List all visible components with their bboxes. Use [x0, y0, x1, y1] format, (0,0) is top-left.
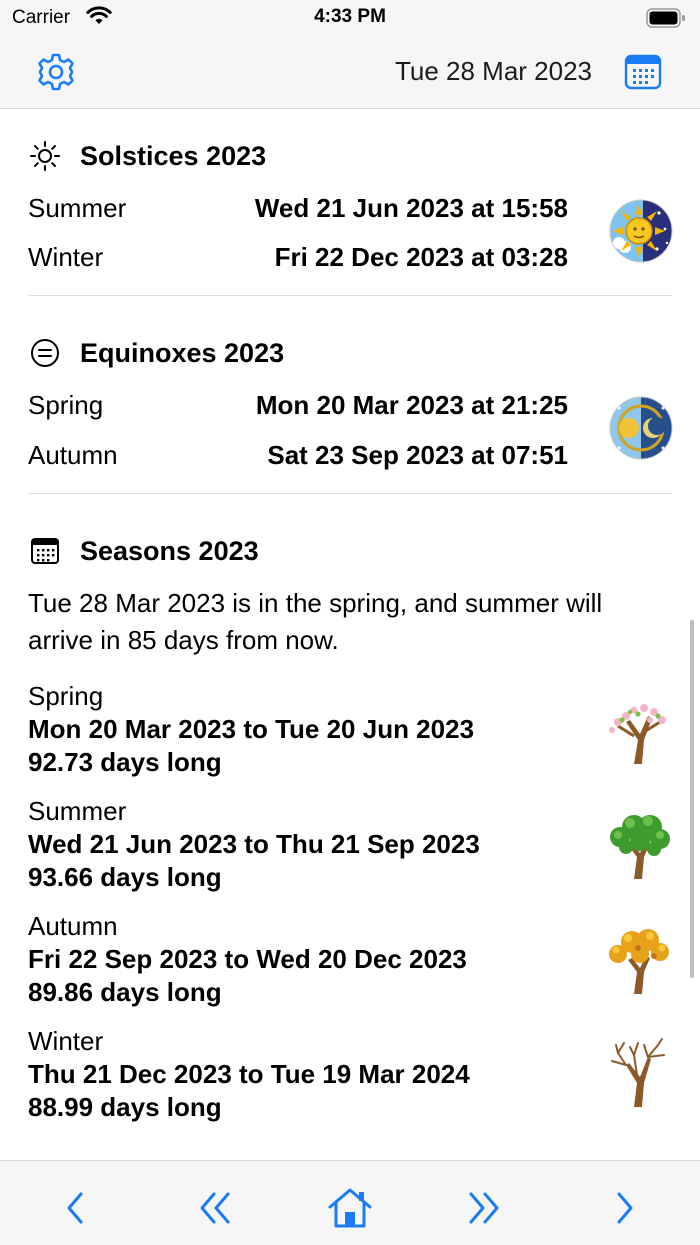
equinoxes-header: Equinoxes 2023 [28, 336, 284, 370]
calendar-icon[interactable] [624, 53, 662, 91]
spring-equinox-value: Mon 20 Mar 2023 at 21:25 [255, 390, 568, 420]
blossom-tree-icon [604, 692, 674, 766]
scrollbar[interactable] [690, 620, 694, 978]
sun-icon [28, 139, 62, 173]
main-content[interactable]: Solstices 2023 Summer Wed 21 Jun 2023 at… [0, 109, 700, 1159]
solstices-title: Solstices 2023 [80, 140, 267, 171]
summer-solstice-label: Summer [28, 193, 127, 223]
status-bar: Carrier 4:33 PM [0, 0, 700, 36]
double-chevron-right-icon[interactable] [460, 1183, 510, 1233]
autumn-equinox-value: Sat 23 Sep 2023 at 07:51 [267, 440, 568, 470]
season-autumn-range: Fri 22 Sep 2023 to Wed 20 Dec 2023 [28, 944, 467, 974]
seasons-title: Seasons 2023 [80, 535, 259, 566]
season-winter-length: 88.99 days long [28, 1092, 222, 1122]
season-autumn-length: 89.86 days long [28, 977, 222, 1007]
season-summer-range: Wed 21 Jun 2023 to Thu 21 Sep 2023 [28, 829, 480, 859]
bottom-toolbar [0, 1160, 700, 1245]
chevron-left-icon[interactable] [50, 1183, 100, 1233]
season-spring-name: Spring [28, 681, 104, 711]
solstices-header: Solstices 2023 [28, 139, 266, 173]
sun-moon-image [609, 199, 673, 263]
status-time: 4:33 PM [314, 6, 386, 27]
winter-solstice-label: Winter [28, 242, 104, 272]
selected-date[interactable]: Tue 28 Mar 2023 [395, 56, 592, 87]
season-summer-length: 93.66 days long [28, 862, 222, 892]
equal-circle-icon [28, 336, 62, 370]
season-winter-name: Winter [28, 1026, 104, 1056]
bare-tree-icon [604, 1035, 674, 1109]
equinox-sun-moon-image [609, 396, 673, 460]
seasons-header: Seasons 2023 [28, 534, 259, 568]
season-summer-name: Summer [28, 796, 127, 826]
season-spring-length: 92.73 days long [28, 747, 222, 777]
navigation-bar: Tue 28 Mar 2023 [0, 36, 700, 109]
battery-icon [646, 8, 686, 33]
divider [28, 295, 672, 296]
double-chevron-left-icon[interactable] [189, 1183, 239, 1233]
autumn-equinox-label: Autumn [28, 440, 118, 470]
equinoxes-title: Equinoxes 2023 [80, 337, 285, 368]
divider [28, 493, 672, 494]
green-tree-icon [604, 807, 674, 881]
spring-equinox-label: Spring [28, 390, 104, 420]
autumn-tree-icon [604, 922, 674, 996]
home-icon[interactable] [325, 1183, 375, 1233]
season-summary: Tue 28 Mar 2023 is in the spring, and su… [28, 588, 603, 655]
gear-icon[interactable] [36, 52, 76, 92]
chevron-right-icon[interactable] [600, 1183, 650, 1233]
season-spring-range: Mon 20 Mar 2023 to Tue 20 Jun 2023 [28, 714, 475, 744]
season-autumn-name: Autumn [28, 911, 118, 941]
winter-solstice-value: Fri 22 Dec 2023 at 03:28 [274, 242, 568, 272]
calendar-icon [28, 534, 62, 568]
summer-solstice-value: Wed 21 Jun 2023 at 15:58 [254, 193, 568, 223]
season-winter-range: Thu 21 Dec 2023 to Tue 19 Mar 2024 [28, 1059, 470, 1089]
